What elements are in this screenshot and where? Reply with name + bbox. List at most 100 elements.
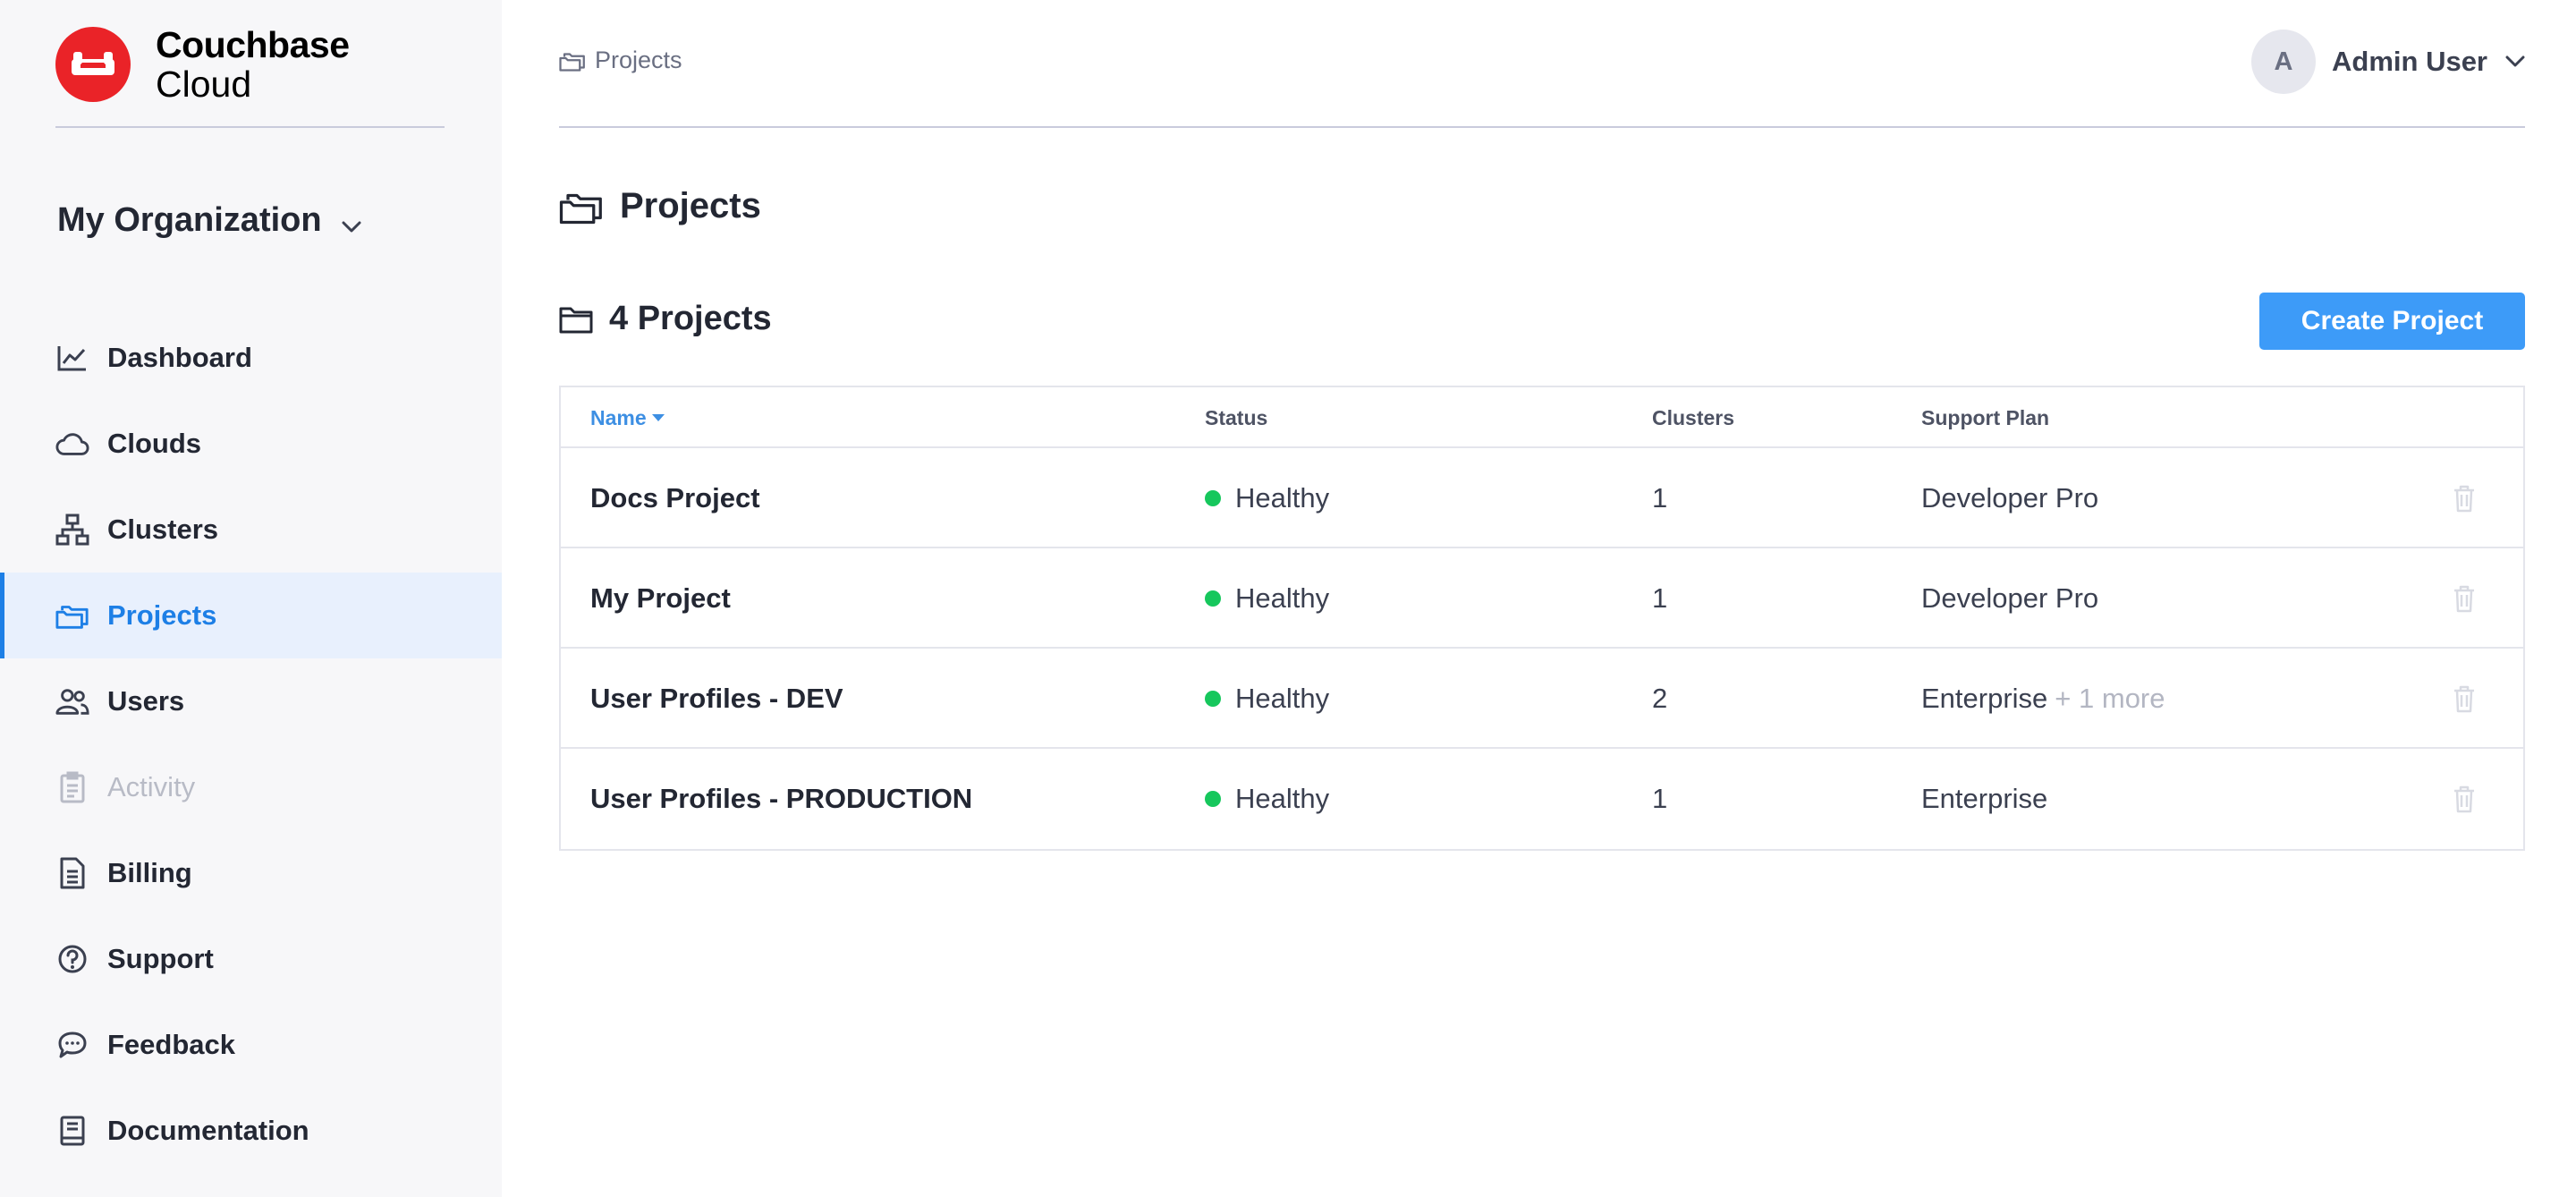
sidebar-item-label: Users — [107, 685, 185, 717]
column-header-support-plan[interactable]: Support Plan — [1921, 387, 2049, 448]
folders-icon — [55, 598, 89, 632]
status-cell: Healthy — [1205, 548, 1329, 649]
support-plan-cell: Enterprise + 1 more — [1921, 649, 2165, 749]
delete-project-button[interactable] — [2453, 448, 2476, 548]
top-header: Projects A Admin User — [559, 0, 2525, 128]
support-plan: Enterprise — [1921, 683, 2048, 714]
folders-icon — [559, 50, 586, 72]
clusters-count: 1 — [1652, 482, 1668, 514]
projects-table: Name Status Clusters Support Plan Docs P… — [559, 386, 2525, 851]
clusters-count: 2 — [1652, 683, 1668, 714]
support-plan-cell: Developer Pro — [1921, 448, 2106, 548]
support-plan-cell: Developer Pro — [1921, 548, 2106, 649]
breadcrumb-item: Projects — [595, 47, 682, 73]
sidebar-item-label: Documentation — [107, 1115, 309, 1146]
user-menu[interactable]: A Admin User — [2251, 30, 2525, 94]
sidebar-item-billing[interactable]: Billing — [0, 830, 502, 916]
delete-project-button[interactable] — [2453, 548, 2476, 649]
chevron-down-icon — [2505, 55, 2525, 68]
book-icon — [55, 1114, 89, 1148]
couchbase-logo-icon — [55, 27, 131, 102]
status-dot — [1205, 490, 1221, 506]
create-project-button[interactable]: Create Project — [2259, 293, 2525, 350]
cluster-icon — [55, 513, 89, 547]
support-plan: Developer Pro — [1921, 482, 2099, 514]
brand-product: Cloud — [156, 64, 252, 105]
sidebar-item-label: Dashboard — [107, 342, 252, 373]
sidebar-item-dashboard[interactable]: Dashboard — [0, 315, 502, 401]
clipboard-icon — [55, 770, 89, 804]
column-header-clusters[interactable]: Clusters — [1652, 387, 1734, 448]
support-plan-cell: Enterprise — [1921, 749, 2055, 849]
column-header-name[interactable]: Name — [590, 387, 665, 448]
project-name[interactable]: User Profiles - PRODUCTION — [590, 749, 972, 849]
cloud-icon — [55, 427, 89, 461]
page-title-text: Projects — [620, 186, 761, 225]
delete-project-button[interactable] — [2453, 749, 2476, 849]
table-row[interactable]: User Profiles - DEV Healthy 2 Enterprise… — [561, 649, 2523, 749]
clusters-count: 1 — [1652, 582, 1668, 614]
organization-selector[interactable]: My Organization — [57, 199, 361, 242]
receipt-icon — [55, 856, 89, 890]
user-name: Admin User — [2332, 46, 2487, 77]
trash-icon — [2453, 785, 2476, 813]
column-label: Name — [590, 405, 647, 429]
page-title: Projects — [559, 186, 761, 226]
sidebar-item-label: Billing — [107, 857, 192, 888]
organization-name: My Organization — [57, 201, 322, 239]
sidebar-item-label: Activity — [107, 771, 196, 802]
status-text: Healthy — [1235, 783, 1330, 814]
delete-project-button[interactable] — [2453, 649, 2476, 749]
sidebar-item-clusters[interactable]: Clusters — [0, 487, 502, 573]
column-header-status[interactable]: Status — [1205, 387, 1267, 448]
sidebar-item-label: Clouds — [107, 428, 202, 459]
sort-desc-icon — [651, 413, 665, 422]
chat-icon — [55, 1028, 89, 1062]
projects-count-heading: 4 Projects — [559, 300, 772, 338]
chart-line-icon — [55, 341, 89, 375]
avatar: A — [2251, 30, 2317, 94]
help-circle-icon — [55, 942, 89, 976]
table-row[interactable]: User Profiles - PRODUCTION Healthy 1 Ent… — [561, 749, 2523, 849]
more-plans[interactable]: + 1 more — [2055, 683, 2165, 715]
sidebar-divider — [55, 126, 445, 128]
status-cell: Healthy — [1205, 749, 1329, 849]
project-name[interactable]: Docs Project — [590, 448, 760, 548]
status-dot — [1205, 691, 1221, 707]
trash-icon — [2453, 684, 2476, 713]
sidebar-item-activity: Activity — [0, 744, 502, 830]
users-icon — [55, 684, 89, 718]
brand-name: Couchbase — [156, 24, 350, 65]
logo[interactable]: Couchbase Cloud — [55, 25, 350, 104]
support-plan: Enterprise — [1921, 783, 2048, 814]
sidebar-item-label: Projects — [107, 599, 217, 631]
support-plan: Developer Pro — [1921, 582, 2099, 614]
sidebar-item-label: Support — [107, 943, 214, 974]
sidebar-item-clouds[interactable]: Clouds — [0, 401, 502, 487]
status-text: Healthy — [1235, 582, 1330, 614]
sidebar-item-users[interactable]: Users — [0, 658, 502, 744]
projects-count: 4 Projects — [609, 300, 772, 337]
table-row[interactable]: Docs Project Healthy 1 Developer Pro — [561, 448, 2523, 548]
sidebar-item-label: Feedback — [107, 1029, 236, 1060]
status-text: Healthy — [1235, 482, 1330, 514]
folders-icon — [559, 189, 604, 225]
breadcrumb[interactable]: Projects — [559, 47, 682, 74]
status-text: Healthy — [1235, 683, 1330, 714]
sidebar-item-feedback[interactable]: Feedback — [0, 1002, 502, 1088]
project-name[interactable]: My Project — [590, 548, 731, 649]
sidebar-item-projects[interactable]: Projects — [0, 573, 502, 658]
clusters-count: 1 — [1652, 783, 1668, 814]
trash-icon — [2453, 584, 2476, 613]
trash-icon — [2453, 484, 2476, 513]
table-header: Name Status Clusters Support Plan — [561, 387, 2523, 448]
sidebar-item-documentation[interactable]: Documentation — [0, 1088, 502, 1174]
status-cell: Healthy — [1205, 649, 1329, 749]
table-row[interactable]: My Project Healthy 1 Developer Pro — [561, 548, 2523, 649]
project-name[interactable]: User Profiles - DEV — [590, 649, 843, 749]
sidebar-item-support[interactable]: Support — [0, 916, 502, 1002]
folder-icon — [559, 305, 593, 334]
chevron-down-icon — [342, 204, 361, 242]
status-dot — [1205, 791, 1221, 807]
sidebar-item-label: Clusters — [107, 514, 219, 545]
